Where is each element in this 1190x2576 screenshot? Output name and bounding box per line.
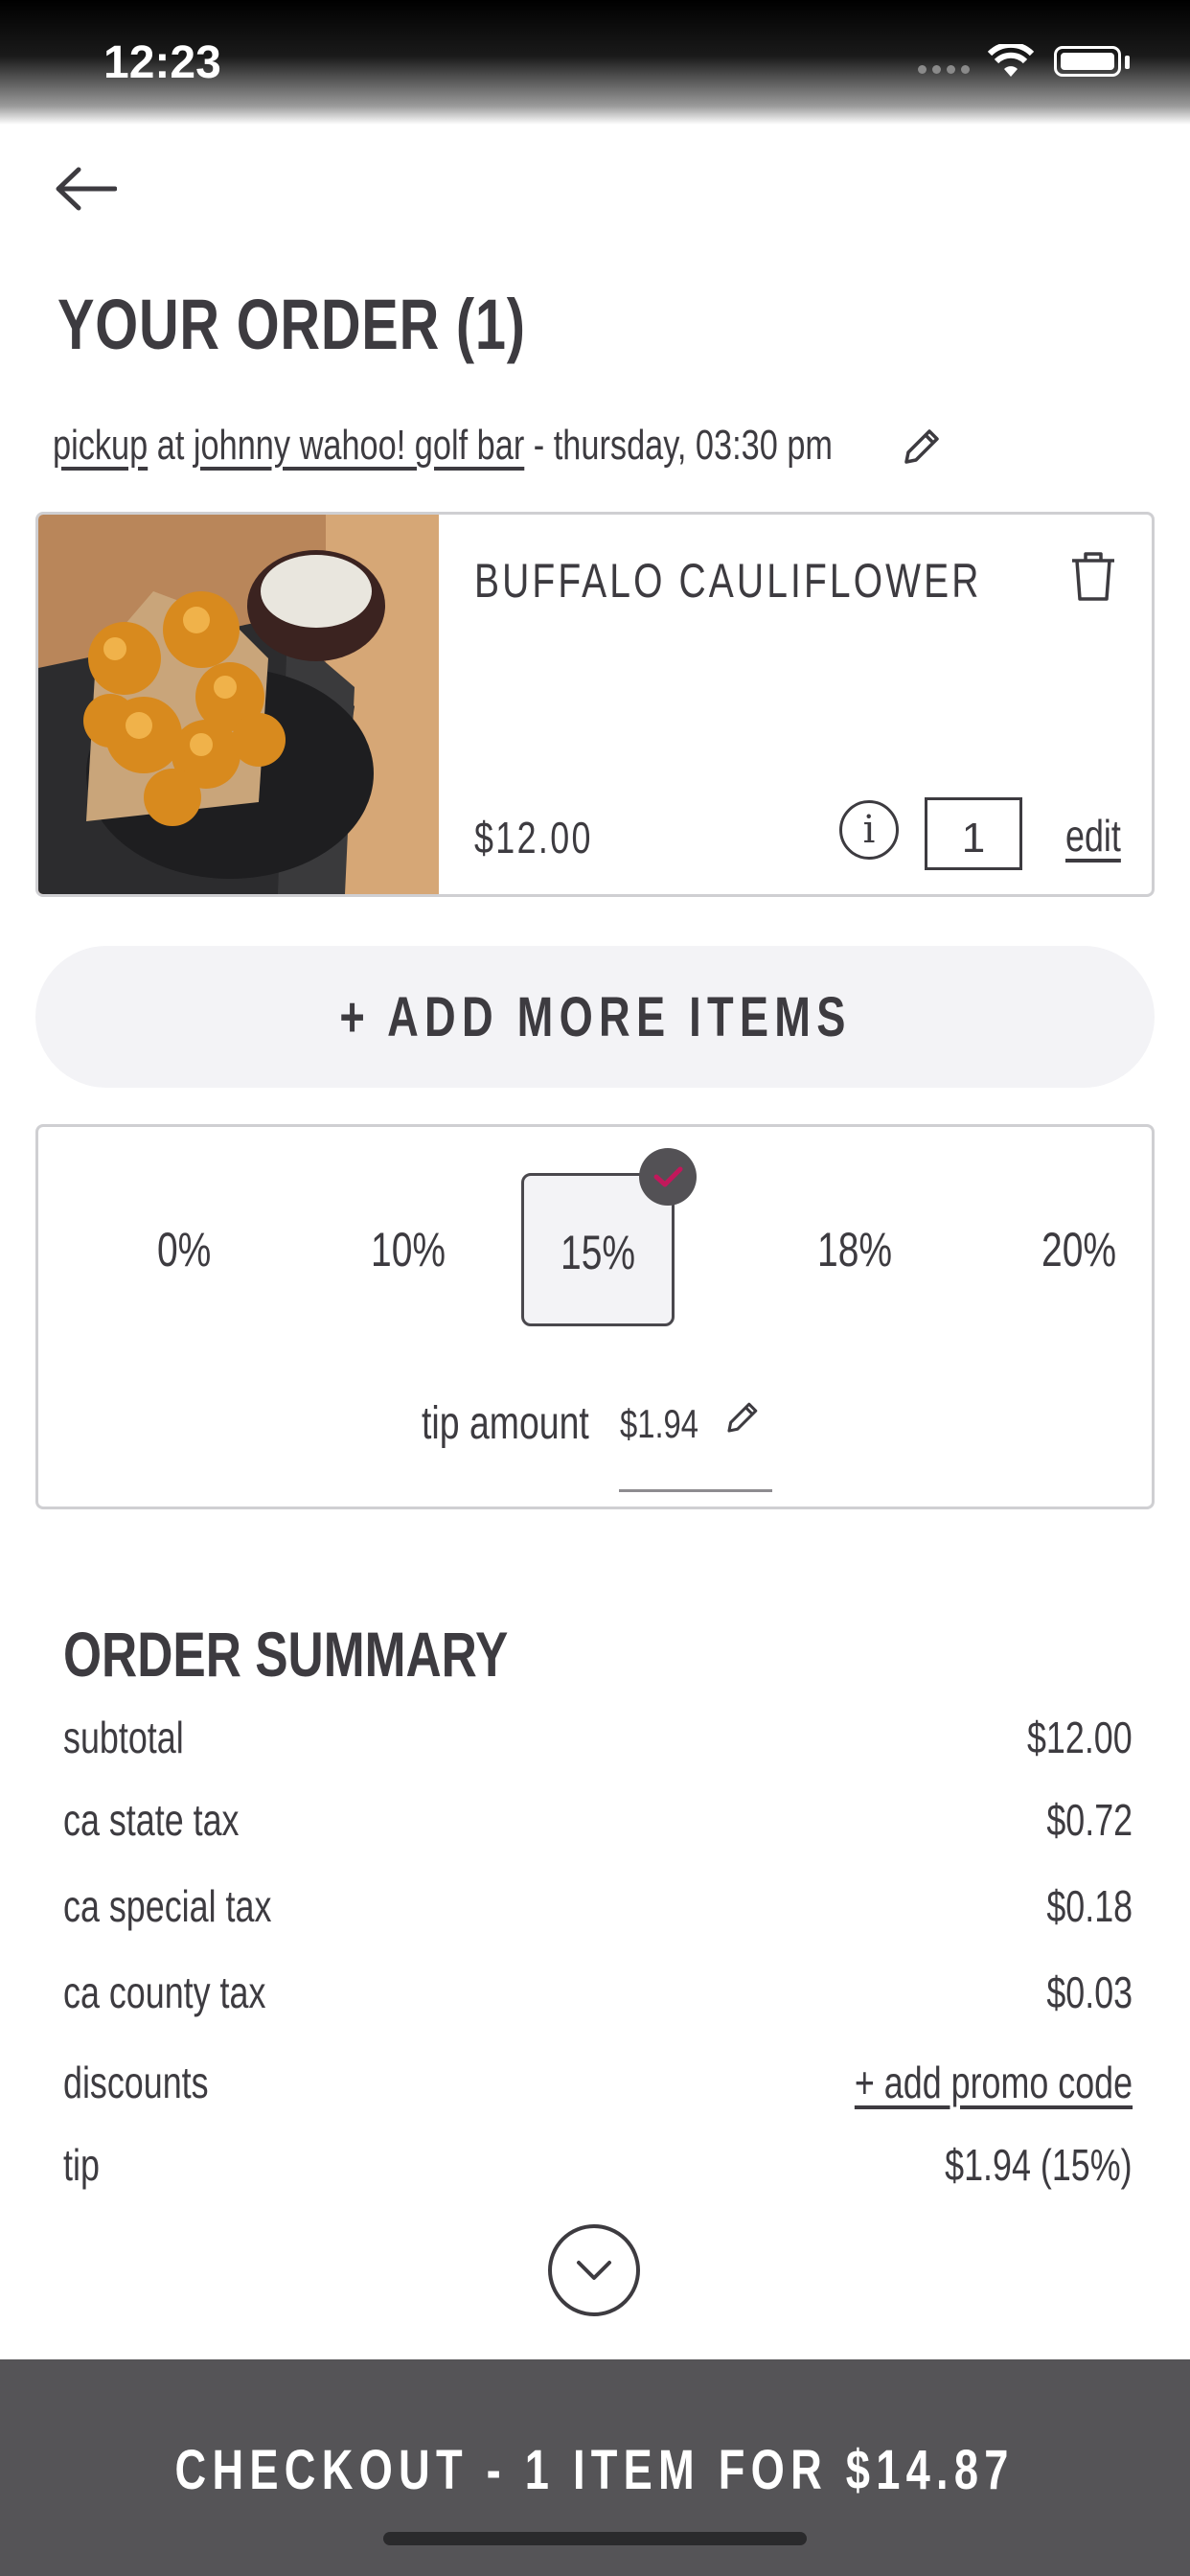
trash-icon[interactable] xyxy=(1068,549,1118,603)
pickup-location-link[interactable]: johnny wahoo! golf bar xyxy=(194,422,524,469)
selected-check-icon xyxy=(639,1148,697,1206)
tip-option-0[interactable]: 0% xyxy=(107,1173,261,1326)
pickup-at-text: at xyxy=(156,422,185,469)
pickup-time-text: - thursday, 03:30 pm xyxy=(533,422,834,469)
tip-option-18[interactable]: 18% xyxy=(778,1173,931,1326)
add-promo-code-link[interactable]: + add promo code xyxy=(855,2057,1133,2108)
item-photo xyxy=(38,515,439,894)
battery-icon xyxy=(1054,46,1121,77)
pickup-mode-link[interactable]: pickup xyxy=(53,422,148,469)
checkout-label: CHECKOUT - 1 ITEM FOR $14.87 xyxy=(174,2439,1016,2501)
tip-amount-label: tip amount xyxy=(422,1398,589,1449)
expand-chevron-down-icon[interactable] xyxy=(548,2224,640,2316)
tip-option-10[interactable]: 10% xyxy=(332,1173,485,1326)
summary-row-subtotal: subtotal $12.00 xyxy=(63,1713,1133,1762)
tip-option-20[interactable]: 20% xyxy=(1002,1173,1156,1326)
status-bar: 12:23 xyxy=(0,0,1190,125)
add-more-items-button[interactable]: + ADD MORE ITEMS xyxy=(35,946,1155,1088)
wifi-icon xyxy=(987,44,1035,77)
tip-amount-field[interactable]: $1.94 xyxy=(620,1401,698,1447)
tip-selector: 0% 10% 15% 18% 20% tip amount $1.94 xyxy=(35,1124,1155,1509)
summary-row-special-tax: ca special tax $0.18 xyxy=(63,1881,1133,1931)
summary-row-discounts: discounts + add promo code xyxy=(63,2057,1133,2108)
order-summary-title: ORDER SUMMARY xyxy=(63,1619,509,1690)
status-time: 12:23 xyxy=(103,37,221,88)
summary-row-tip: tip $1.94 (15%) xyxy=(63,2140,1133,2190)
pickup-details: pickup at johnny wahoo! golf bar - thurs… xyxy=(53,422,833,470)
edit-item-link[interactable]: edit xyxy=(1065,810,1121,862)
summary-row-county-tax: ca county tax $0.03 xyxy=(63,1967,1133,2017)
item-info-icon[interactable]: i xyxy=(839,800,899,860)
home-indicator xyxy=(383,2532,807,2545)
page-title: YOUR ORDER (1) xyxy=(57,285,526,364)
summary-row-state-tax: ca state tax $0.72 xyxy=(63,1795,1133,1845)
edit-tip-pencil-icon[interactable] xyxy=(722,1399,761,1438)
cellular-signal-icon xyxy=(918,65,970,74)
tip-amount-underline xyxy=(619,1489,772,1492)
add-more-items-label: + ADD MORE ITEMS xyxy=(338,985,852,1048)
item-price: $12.00 xyxy=(474,813,593,862)
cart-item-card: BUFFALO CAULIFLOWER $12.00 i 1 edit xyxy=(35,512,1155,897)
back-arrow-icon[interactable] xyxy=(54,163,117,215)
quantity-field[interactable]: 1 xyxy=(925,797,1022,870)
edit-pickup-pencil-icon[interactable] xyxy=(899,426,943,470)
item-name: BUFFALO CAULIFLOWER xyxy=(474,554,982,608)
